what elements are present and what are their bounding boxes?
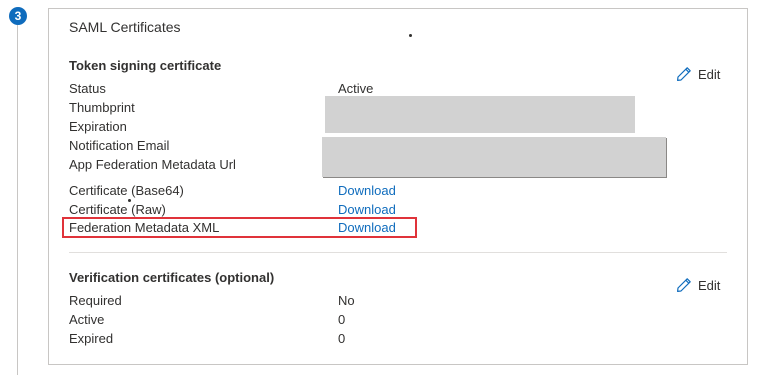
token-signing-edit-button[interactable]: Edit xyxy=(676,66,720,82)
certificate-base64-download-link[interactable]: Download xyxy=(338,183,396,198)
certificate-base64-label: Certificate (Base64) xyxy=(69,183,184,198)
active-value: 0 xyxy=(338,312,346,327)
pencil-icon xyxy=(676,277,692,293)
edit-label: Edit xyxy=(698,66,721,82)
step-connector-line xyxy=(17,25,18,375)
thumbprint-label: Thumbprint xyxy=(69,100,135,115)
step-number-badge: 3 xyxy=(9,7,27,25)
token-signing-heading: Token signing certificate xyxy=(69,58,222,73)
notification-email-label: Notification Email xyxy=(69,138,170,153)
expired-label: Expired xyxy=(69,331,114,346)
expired-value: 0 xyxy=(338,331,346,346)
required-value: No xyxy=(338,293,355,308)
certificate-raw-download-link[interactable]: Download xyxy=(338,202,396,217)
status-label: Status xyxy=(69,81,106,96)
section-divider xyxy=(69,252,727,253)
stray-dot-2 xyxy=(128,199,131,202)
redacted-thumbprint-expiration xyxy=(325,96,635,133)
required-label: Required xyxy=(69,293,122,308)
certificate-raw-label: Certificate (Raw) xyxy=(69,202,166,217)
expiration-label: Expiration xyxy=(69,119,127,134)
federation-metadata-xml-download-link[interactable]: Download xyxy=(338,220,396,235)
metadata-url-label: App Federation Metadata Url xyxy=(69,157,236,172)
card-title: SAML Certificates xyxy=(69,19,181,35)
stray-dot xyxy=(409,34,412,37)
active-label: Active xyxy=(69,312,105,327)
federation-metadata-xml-label: Federation Metadata XML xyxy=(69,220,220,235)
saml-certificates-card: SAML Certificates Token signing certific… xyxy=(48,8,748,365)
saml-certificates-page: 3 SAML Certificates Token signing certif… xyxy=(0,0,759,375)
verification-edit-button[interactable]: Edit xyxy=(676,277,720,293)
status-value: Active xyxy=(338,81,374,96)
verification-heading: Verification certificates (optional) xyxy=(69,270,275,285)
pencil-icon xyxy=(676,66,692,82)
edit-label: Edit xyxy=(698,277,721,293)
redacted-email-metadata-url xyxy=(322,137,666,177)
